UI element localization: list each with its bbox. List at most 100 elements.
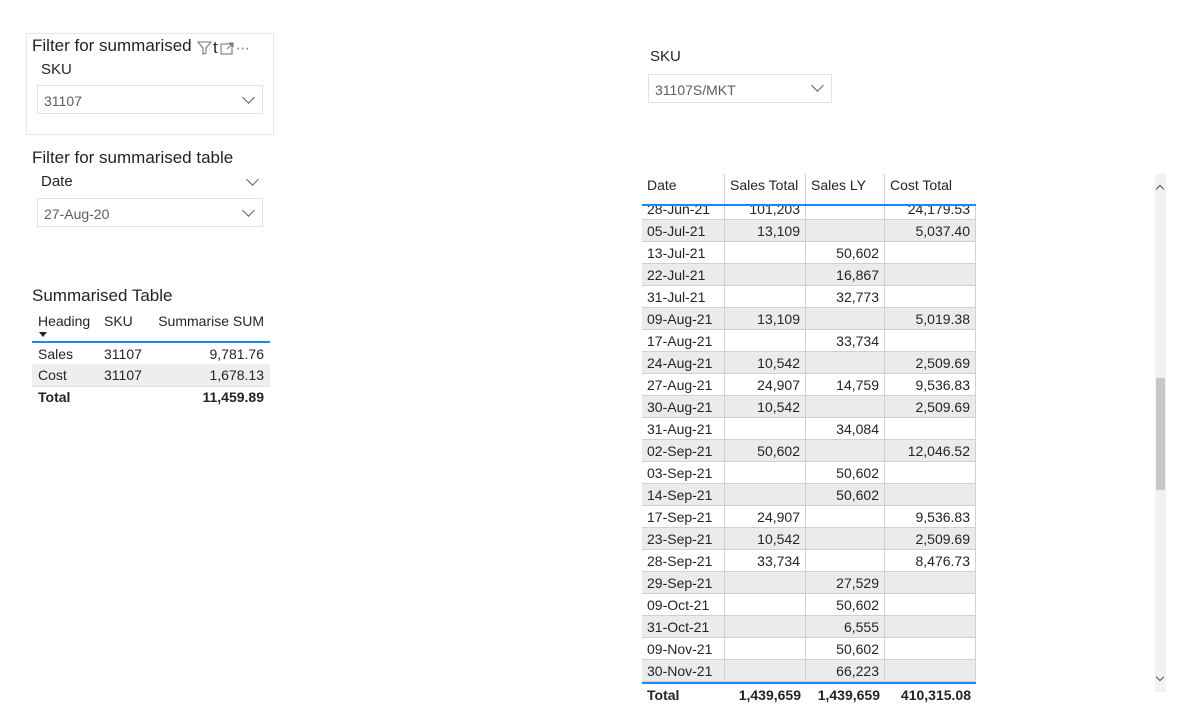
cell-sales-ly: 50,602 (806, 638, 885, 660)
scrollbar-thumb[interactable] (1156, 378, 1165, 490)
cell-sales-ly: 50,602 (806, 594, 885, 616)
detail-table-visual: Date Sales Total Sales LY Cost Total 28-… (642, 174, 1168, 706)
cell-sales-total (725, 462, 806, 484)
table-row: 03-Sep-21 50,602 (642, 462, 976, 484)
cell-date: 03-Sep-21 (642, 462, 725, 484)
cell-sales-total: 10,542 (725, 352, 806, 374)
table-row: 09-Oct-21 50,602 (642, 594, 976, 616)
slicer-label-sku: SKU (41, 61, 72, 78)
sku-dropdown[interactable]: 31107S/MKT (648, 74, 832, 103)
cell-cost-total (885, 330, 976, 352)
total-row: Total 11,459.89 (32, 385, 270, 408)
cell-sales-total (725, 286, 806, 308)
scroll-down-icon[interactable] (1155, 672, 1165, 682)
column-header-sales-total[interactable]: Sales Total (725, 174, 806, 204)
detail-table-header: Date Sales Total Sales LY Cost Total (642, 174, 976, 206)
detail-table-body: 28-Jun-21 101,203 24,179.53 05-Jul-21 13,109… (642, 198, 976, 682)
date-dropdown-value: 27-Aug-20 (44, 206, 110, 222)
cell-date: 30-Aug-21 (642, 396, 725, 418)
table-row: 22-Jul-21 16,867 (642, 264, 976, 286)
column-header-summarise-sum[interactable]: Summarise SUM (150, 310, 270, 343)
sort-descending-icon (39, 332, 47, 337)
sku-dropdown-value: 31107 (44, 93, 82, 109)
cell-cost-total: 2,509.69 (885, 352, 976, 374)
sku-slicer-visual: SKU 31107S/MKT (648, 46, 838, 106)
cell-sales-ly: 50,602 (806, 462, 885, 484)
filter-visual-title: Filter for summarised table (32, 36, 192, 55)
cell-cost-total (885, 660, 976, 682)
cell-sales-total (725, 594, 806, 616)
cell-date: 14-Sep-21 (642, 484, 725, 506)
cell-cost-total: 9,536.83 (885, 506, 976, 528)
column-header-date[interactable]: Date (642, 174, 725, 204)
cell-date: 31-Jul-21 (642, 286, 725, 308)
cell-sales-ly (806, 352, 885, 374)
cell-cost-total: 12,046.52 (885, 440, 976, 462)
focus-mode-icon[interactable] (220, 41, 234, 55)
cell-date: 28-Sep-21 (642, 550, 725, 572)
table-row: 02-Sep-21 50,602 12,046.52 (642, 440, 976, 462)
cell-date: 05-Jul-21 (642, 220, 725, 242)
table-row: 31-Jul-21 32,773 (642, 286, 976, 308)
cell-sales-ly (806, 396, 885, 418)
cell-cost-total (885, 286, 976, 308)
cell-cost-total (885, 418, 976, 440)
vertical-scrollbar[interactable] (1155, 174, 1166, 692)
table-row: 09-Nov-21 50,602 (642, 638, 976, 660)
sku-dropdown[interactable]: 31107 (37, 85, 263, 114)
total-sku-empty (98, 385, 150, 408)
cell-sku: 31107 (98, 364, 150, 386)
total-sales-ly: 1,439,659 (817, 687, 880, 703)
cell-sku: 31107 (104, 345, 142, 362)
cell-sales-ly: 50,602 (806, 242, 885, 264)
cell-sales-total: 50,602 (725, 440, 806, 462)
cell-sales-ly: 14,759 (806, 374, 885, 396)
summarised-table-visual: Summarised Table Heading SKU Summarise S… (32, 286, 272, 416)
total-cost: 410,315.08 (900, 687, 971, 703)
filter-icon[interactable] (197, 41, 212, 55)
more-options-icon[interactable]: ⋯ (236, 40, 251, 57)
cell-cost-total (885, 242, 976, 264)
cell-sales-total (725, 660, 806, 682)
column-header-sku[interactable]: SKU (98, 310, 150, 343)
column-header-sales-ly[interactable]: Sales LY (806, 174, 885, 204)
cell-cost-total: 5,037.40 (885, 220, 976, 242)
sku-filter-visual: Filter for summarised table t ⋯ SKU 3110… (26, 33, 274, 135)
cell-sales-ly (806, 528, 885, 550)
cell-cost-total (885, 264, 976, 286)
column-header-cost-total[interactable]: Cost Total (885, 174, 976, 204)
table-row: 09-Aug-21 13,109 5,019.38 (642, 308, 976, 330)
chevron-down-icon (242, 91, 255, 104)
table-row: 29-Sep-21 27,529 (642, 572, 976, 594)
cell-sales-ly: 16,867 (806, 264, 885, 286)
cell-cost-total: 5,019.38 (885, 308, 976, 330)
cell-date: 17-Sep-21 (642, 506, 725, 528)
scroll-up-icon[interactable] (1155, 184, 1165, 194)
cell-cost-total: 9,536.83 (885, 374, 976, 396)
table-row: 30-Nov-21 66,223 (642, 660, 976, 682)
cell-date: 29-Sep-21 (642, 572, 725, 594)
cell-sales-ly: 66,223 (806, 660, 885, 682)
cell-sales-total: 33,734 (725, 550, 806, 572)
table-row: 23-Sep-21 10,542 2,509.69 (642, 528, 976, 550)
cell-sales-ly: 32,773 (806, 286, 885, 308)
cell-cost-total (885, 638, 976, 660)
cell-sales-total (725, 264, 806, 286)
t-char: t (213, 38, 218, 57)
cell-sales-total (725, 572, 806, 594)
cell-sum: 1,678.13 (150, 364, 270, 386)
cell-sales-ly: 27,529 (806, 572, 885, 594)
cell-cost-total (885, 594, 976, 616)
cell-sales-total (725, 484, 806, 506)
cell-sales-total (725, 616, 806, 638)
cell-date: 09-Oct-21 (642, 594, 725, 616)
column-header-heading[interactable]: Heading (32, 310, 98, 343)
cell-cost-total (885, 462, 976, 484)
cell-sales-ly: 50,602 (806, 484, 885, 506)
table-row: 28-Sep-21 33,734 8,476.73 (642, 550, 976, 572)
chevron-down-icon[interactable] (246, 173, 259, 186)
cell-sales-total: 10,542 (725, 528, 806, 550)
table-row: 17-Sep-21 24,907 9,536.83 (642, 506, 976, 528)
date-dropdown[interactable]: 27-Aug-20 (37, 198, 263, 227)
cell-sales-total (725, 418, 806, 440)
